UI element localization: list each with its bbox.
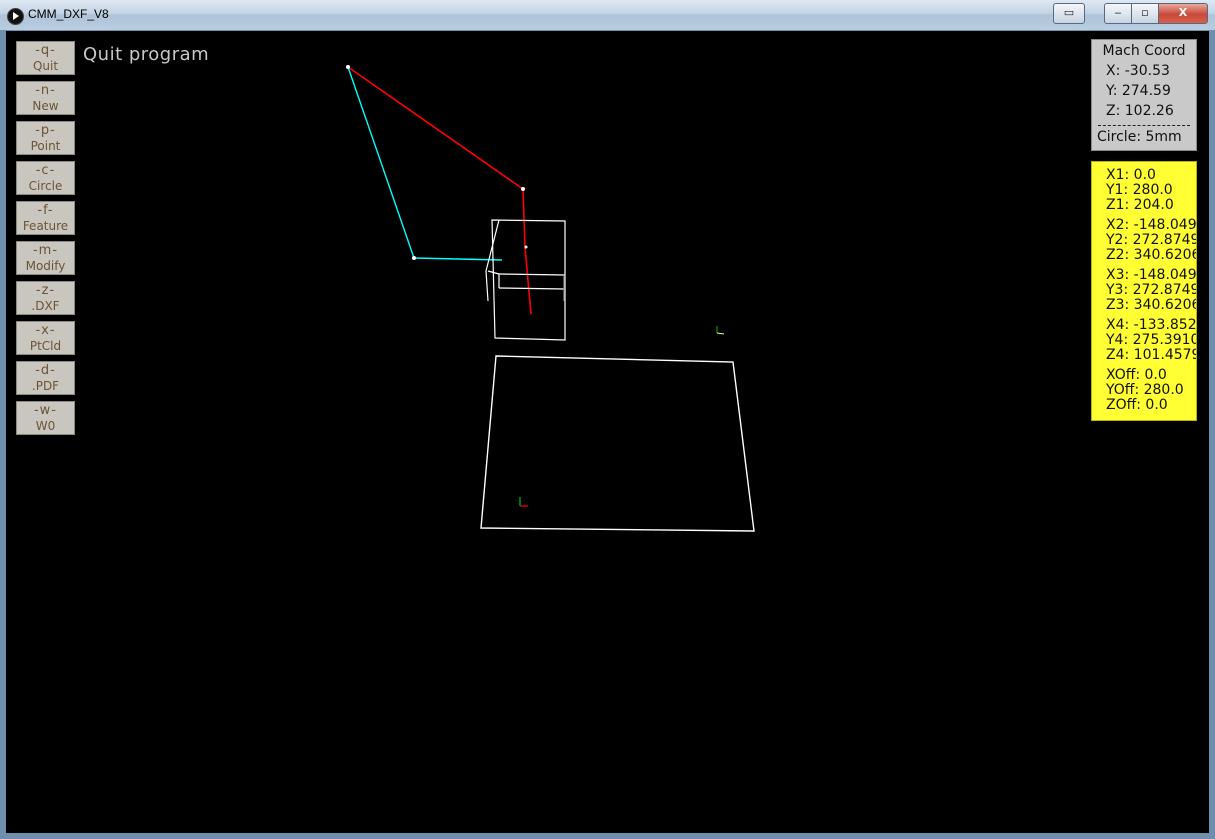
command-hint: Quit program bbox=[83, 44, 210, 65]
coord-value: Y4: 275.3910 bbox=[1106, 332, 1197, 348]
pdf-button[interactable]: -d- .PDF bbox=[16, 361, 75, 395]
arm-lower-segment bbox=[347, 66, 503, 261]
axis-marker bbox=[519, 497, 528, 507]
coord-value: Z3: 340.6206 bbox=[1106, 297, 1197, 313]
point-button[interactable]: -p- Point bbox=[16, 121, 75, 155]
circle-button[interactable]: -c- Circle bbox=[16, 161, 75, 195]
app-play-icon bbox=[7, 8, 24, 25]
menu-key: -n- bbox=[35, 83, 56, 98]
arm-joint bbox=[524, 245, 528, 249]
point-3-group: X3: -148.049 Y3: 272.8749 Z3: 340.6206 bbox=[1092, 268, 1196, 313]
menu-label: Point bbox=[30, 139, 61, 153]
close-button[interactable]: X bbox=[1158, 3, 1208, 24]
window-title: CMM_DXF_V8 bbox=[28, 7, 109, 21]
menu-label: PtCld bbox=[29, 339, 62, 353]
menu-key: -c- bbox=[35, 163, 56, 178]
coord-value: Y2: 272.8749 bbox=[1106, 232, 1197, 248]
3d-viewport[interactable]: -q- Quit -n- New -p- Point -c- Circle -f… bbox=[6, 31, 1209, 833]
offset-value: YOff: 280.0 bbox=[1106, 382, 1184, 398]
new-button[interactable]: -n- New bbox=[16, 81, 75, 115]
ptcld-button[interactable]: -x- PtCld bbox=[16, 321, 75, 355]
coord-value: Z2: 340.6206 bbox=[1106, 247, 1197, 263]
menu-key: -z- bbox=[35, 283, 56, 298]
offset-group: XOff: 0.0 YOff: 280.0 ZOff: 0.0 bbox=[1092, 368, 1196, 413]
menu-label: .PDF bbox=[31, 379, 60, 393]
menu-label: New bbox=[32, 99, 59, 113]
offset-value: XOff: 0.0 bbox=[1106, 367, 1167, 383]
menu-label: .DXF bbox=[31, 299, 60, 313]
menu-key: -m- bbox=[32, 243, 59, 258]
menu-label: Modify bbox=[25, 259, 66, 273]
menu-key: -x- bbox=[35, 323, 56, 338]
coord-value: Y3: 272.8749 bbox=[1106, 282, 1197, 298]
title-bar: CMM_DXF_V8 ▭ ‒ ▫ X bbox=[0, 0, 1215, 30]
point-4-group: X4: -133.852 Y4: 275.3910 Z4: 101.4579 bbox=[1092, 318, 1196, 363]
point-1-group: X1: 0.0 Y1: 280.0 Z1: 204.0 bbox=[1092, 168, 1196, 213]
mach-z: Z: 102.26 bbox=[1106, 103, 1174, 119]
menu-label: Feature bbox=[22, 219, 69, 233]
feature-coords-panel: X1: 0.0 Y1: 280.0 Z1: 204.0 X2: -148.049… bbox=[1091, 161, 1197, 421]
arm-upper-segment bbox=[347, 66, 532, 315]
mach-y: Y: 274.59 bbox=[1106, 83, 1171, 99]
coord-value: X2: -148.049 bbox=[1106, 217, 1197, 233]
window-extra-button[interactable]: ▭ bbox=[1053, 3, 1085, 24]
point-2-group: X2: -148.049 Y2: 272.8749 Z2: 340.6206 bbox=[1092, 218, 1196, 263]
feature-button[interactable]: -f- Feature bbox=[16, 201, 75, 235]
w0-button[interactable]: -w- W0 bbox=[16, 401, 75, 435]
menu-label: Quit bbox=[32, 59, 59, 73]
menu-key: -p- bbox=[35, 123, 56, 138]
base-plane bbox=[480, 355, 755, 532]
mach-coord-panel: Mach Coord X: -30.53 Y: 274.59 Z: 102.26… bbox=[1091, 39, 1197, 151]
circle-size: Circle: 5mm bbox=[1097, 129, 1182, 145]
panel-divider bbox=[1098, 125, 1190, 126]
coord-value: Z1: 204.0 bbox=[1106, 197, 1174, 213]
menu-key: -w- bbox=[33, 403, 57, 418]
coord-value: X3: -148.049 bbox=[1106, 267, 1197, 283]
menu-key: -f- bbox=[37, 203, 54, 218]
menu-label: W0 bbox=[35, 419, 56, 433]
arm-joint bbox=[346, 65, 350, 69]
scene-graphics bbox=[346, 65, 755, 532]
coord-value: Y1: 280.0 bbox=[1106, 182, 1173, 198]
coord-value: X4: -133.852 bbox=[1106, 317, 1197, 333]
coord-value: Z4: 101.4579 bbox=[1106, 347, 1197, 363]
maximize-button[interactable]: ▫ bbox=[1131, 3, 1159, 24]
cube-wireframe bbox=[485, 219, 566, 341]
mach-coord-title: Mach Coord bbox=[1102, 43, 1186, 59]
coord-value: X1: 0.0 bbox=[1106, 167, 1156, 183]
quit-button[interactable]: -q- Quit bbox=[16, 41, 75, 75]
menu-key: -d- bbox=[35, 363, 56, 378]
menu-key: -q- bbox=[35, 43, 56, 58]
minimize-button[interactable]: ‒ bbox=[1104, 3, 1132, 24]
axis-marker bbox=[716, 326, 725, 335]
menu-label: Circle bbox=[28, 179, 63, 193]
arm-joint bbox=[412, 256, 416, 260]
arm-joint bbox=[521, 187, 525, 191]
dxf-button[interactable]: -z- .DXF bbox=[16, 281, 75, 315]
modify-button[interactable]: -m- Modify bbox=[16, 241, 75, 275]
offset-value: ZOff: 0.0 bbox=[1106, 397, 1168, 413]
mach-x: X: -30.53 bbox=[1106, 63, 1170, 79]
